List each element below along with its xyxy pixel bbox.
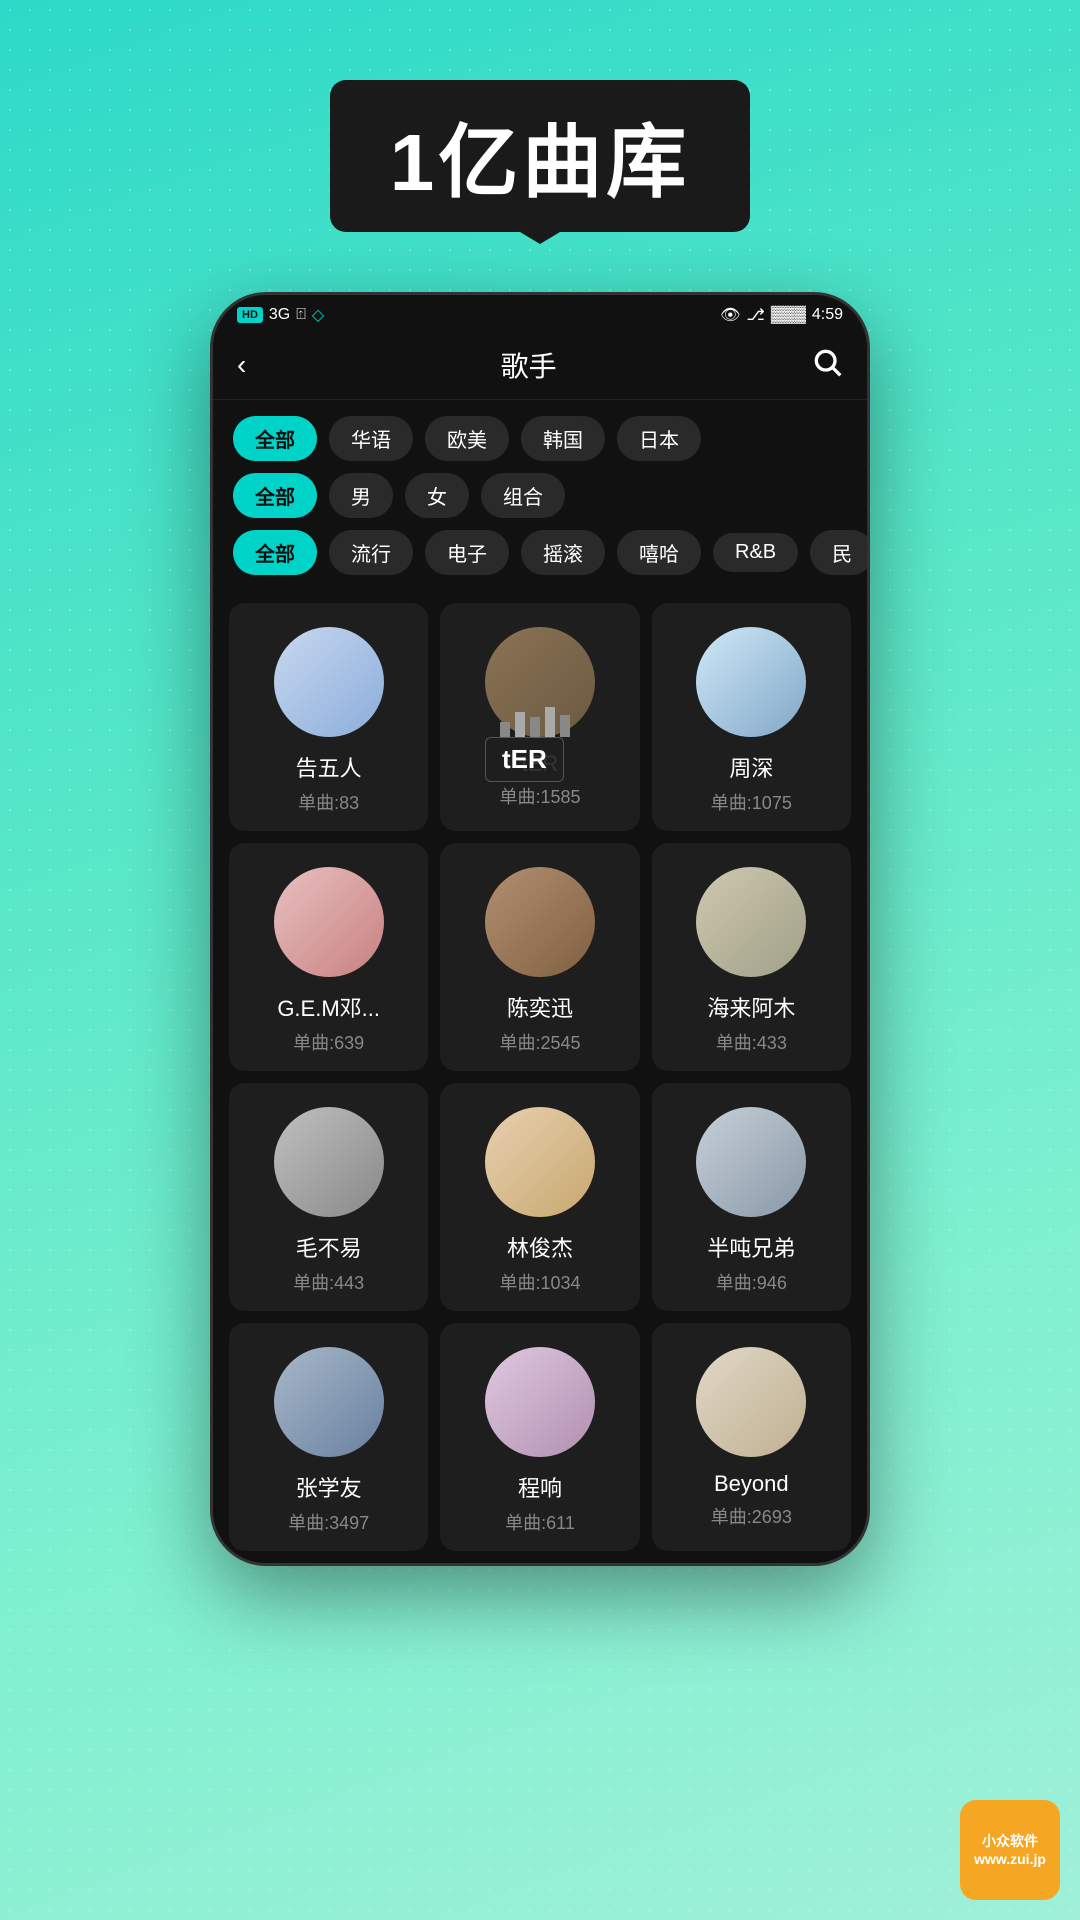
vibrate-icon: ⎇: [746, 305, 764, 325]
artist-card[interactable]: 海来阿木单曲:433: [652, 843, 851, 1071]
filter-hiphop[interactable]: 嘻哈: [617, 530, 701, 575]
artist-avatar: [485, 1107, 595, 1217]
filter-group[interactable]: 组合: [481, 473, 565, 518]
artist-name: 周深: [729, 751, 773, 783]
artist-count: 单曲:3497: [288, 1509, 369, 1535]
artist-avatar: [485, 627, 595, 737]
artist-avatar: [274, 627, 384, 737]
artist-count: 单曲:433: [716, 1029, 787, 1055]
app-icon: ◇: [312, 305, 324, 325]
artist-count: 单曲:1585: [499, 783, 580, 809]
filter-rnb[interactable]: R&B: [713, 533, 798, 572]
artist-avatar: [274, 1347, 384, 1457]
filter-chinese[interactable]: 华语: [329, 416, 413, 461]
artist-card[interactable]: 周深单曲:1075: [652, 603, 851, 831]
filter-korean[interactable]: 韩国: [521, 416, 605, 461]
battery-icon: ▓▓▓: [771, 306, 806, 324]
artist-name: 林俊杰: [507, 1231, 573, 1263]
artist-card[interactable]: 程响单曲:611: [440, 1323, 639, 1551]
artist-card[interactable]: 告五人单曲:83: [229, 603, 428, 831]
artist-avatar: [696, 1347, 806, 1457]
filter-western[interactable]: 欧美: [425, 416, 509, 461]
artist-name: G.E.M邓...: [277, 991, 380, 1023]
filter-female[interactable]: 女: [405, 473, 469, 518]
back-button[interactable]: ‹: [237, 349, 246, 381]
artist-card[interactable]: 陈奕迅单曲:2545: [440, 843, 639, 1071]
filter-row-region: 全部 华语 欧美 韩国 日本: [233, 416, 847, 461]
filter-all-genre[interactable]: 全部: [233, 530, 317, 575]
search-button[interactable]: [811, 346, 843, 385]
artist-count: 单曲:1075: [711, 789, 792, 815]
artist-avatar: [274, 867, 384, 977]
status-right: 👁 ⎇ ▓▓▓ 4:59: [720, 305, 843, 325]
filter-all-region[interactable]: 全部: [233, 416, 317, 461]
artist-count: 单曲:2545: [499, 1029, 580, 1055]
hd-badge: HD: [237, 307, 263, 323]
artist-count: 单曲:946: [716, 1269, 787, 1295]
artist-name: 毛不易: [296, 1231, 362, 1263]
title-banner: 1亿曲库: [330, 80, 751, 232]
nav-bar: ‹ 歌手: [213, 331, 867, 400]
artist-avatar: [274, 1107, 384, 1217]
status-left: HD 3G ⍐ ◇: [237, 305, 324, 325]
artist-name: 张学友: [296, 1471, 362, 1503]
eye-icon: 👁: [720, 305, 740, 325]
signal-indicator: 3G: [269, 306, 290, 324]
artist-avatar: [696, 1107, 806, 1217]
filter-electronic[interactable]: 电子: [425, 530, 509, 575]
artist-avatar: [485, 867, 595, 977]
page-title: 1亿曲库: [390, 118, 691, 207]
artist-avatar: [696, 867, 806, 977]
search-icon: [811, 346, 843, 378]
artist-count: 单曲:83: [298, 789, 359, 815]
status-bar: HD 3G ⍐ ◇ 👁 ⎇ ▓▓▓ 4:59: [213, 295, 867, 331]
time-display: 4:59: [812, 306, 843, 324]
filters-container: 全部 华语 欧美 韩国 日本 全部 男 女 组合 全部 流行 电子 摇滚 嘻哈 …: [213, 400, 867, 591]
filter-rock[interactable]: 摇滚: [521, 530, 605, 575]
artist-count: 单曲:1034: [499, 1269, 580, 1295]
artist-count: 单曲:443: [293, 1269, 364, 1295]
artist-card[interactable]: 毛不易单曲:443: [229, 1083, 428, 1311]
filter-folk[interactable]: 民: [810, 530, 870, 575]
filter-pop[interactable]: 流行: [329, 530, 413, 575]
artist-count: 单曲:611: [505, 1509, 575, 1535]
artist-count: 单曲:639: [293, 1029, 364, 1055]
artist-card[interactable]: 林俊杰单曲:1034: [440, 1083, 639, 1311]
ter-label: tER: [485, 737, 564, 782]
artist-card[interactable]: 张学友单曲:3497: [229, 1323, 428, 1551]
artist-name: 程响: [518, 1471, 562, 1503]
filter-row-gender: 全部 男 女 组合: [233, 473, 847, 518]
filter-row-genre: 全部 流行 电子 摇滚 嘻哈 R&B 民: [233, 530, 847, 575]
watermark: 小众软件 www.zui.jp: [960, 1800, 1060, 1900]
artist-name: 海来阿木: [707, 991, 795, 1023]
watermark-line2: www.zui.jp: [974, 1850, 1046, 1868]
artist-card[interactable]: Beyond 单曲:2693: [652, 1323, 851, 1551]
artist-card[interactable]: tERtER单曲:1585: [440, 603, 639, 831]
artist-grid: 告五人单曲:83 tERtER单曲:1585周深单曲:1075G.E.M邓...…: [213, 591, 867, 1563]
artist-avatar: [485, 1347, 595, 1457]
wifi-icon: ⍐: [296, 306, 306, 324]
filter-all-gender[interactable]: 全部: [233, 473, 317, 518]
artist-avatar: [696, 627, 806, 737]
artist-card[interactable]: G.E.M邓... 单曲:639: [229, 843, 428, 1071]
artist-name: 半吨兄弟: [707, 1231, 795, 1263]
artist-name: 告五人: [296, 751, 362, 783]
phone-mockup: HD 3G ⍐ ◇ 👁 ⎇ ▓▓▓ 4:59 ‹ 歌手 全部 华语 欧美 韩: [210, 292, 870, 1566]
artist-card[interactable]: 半吨兄弟单曲:946: [652, 1083, 851, 1311]
watermark-line1: 小众软件: [982, 1832, 1038, 1850]
artist-count: 单曲:2693: [711, 1503, 792, 1529]
nav-title: 歌手: [501, 345, 557, 385]
artist-name: 陈奕迅: [507, 991, 573, 1023]
artist-name: Beyond: [714, 1471, 789, 1497]
filter-japanese[interactable]: 日本: [617, 416, 701, 461]
filter-male[interactable]: 男: [329, 473, 393, 518]
